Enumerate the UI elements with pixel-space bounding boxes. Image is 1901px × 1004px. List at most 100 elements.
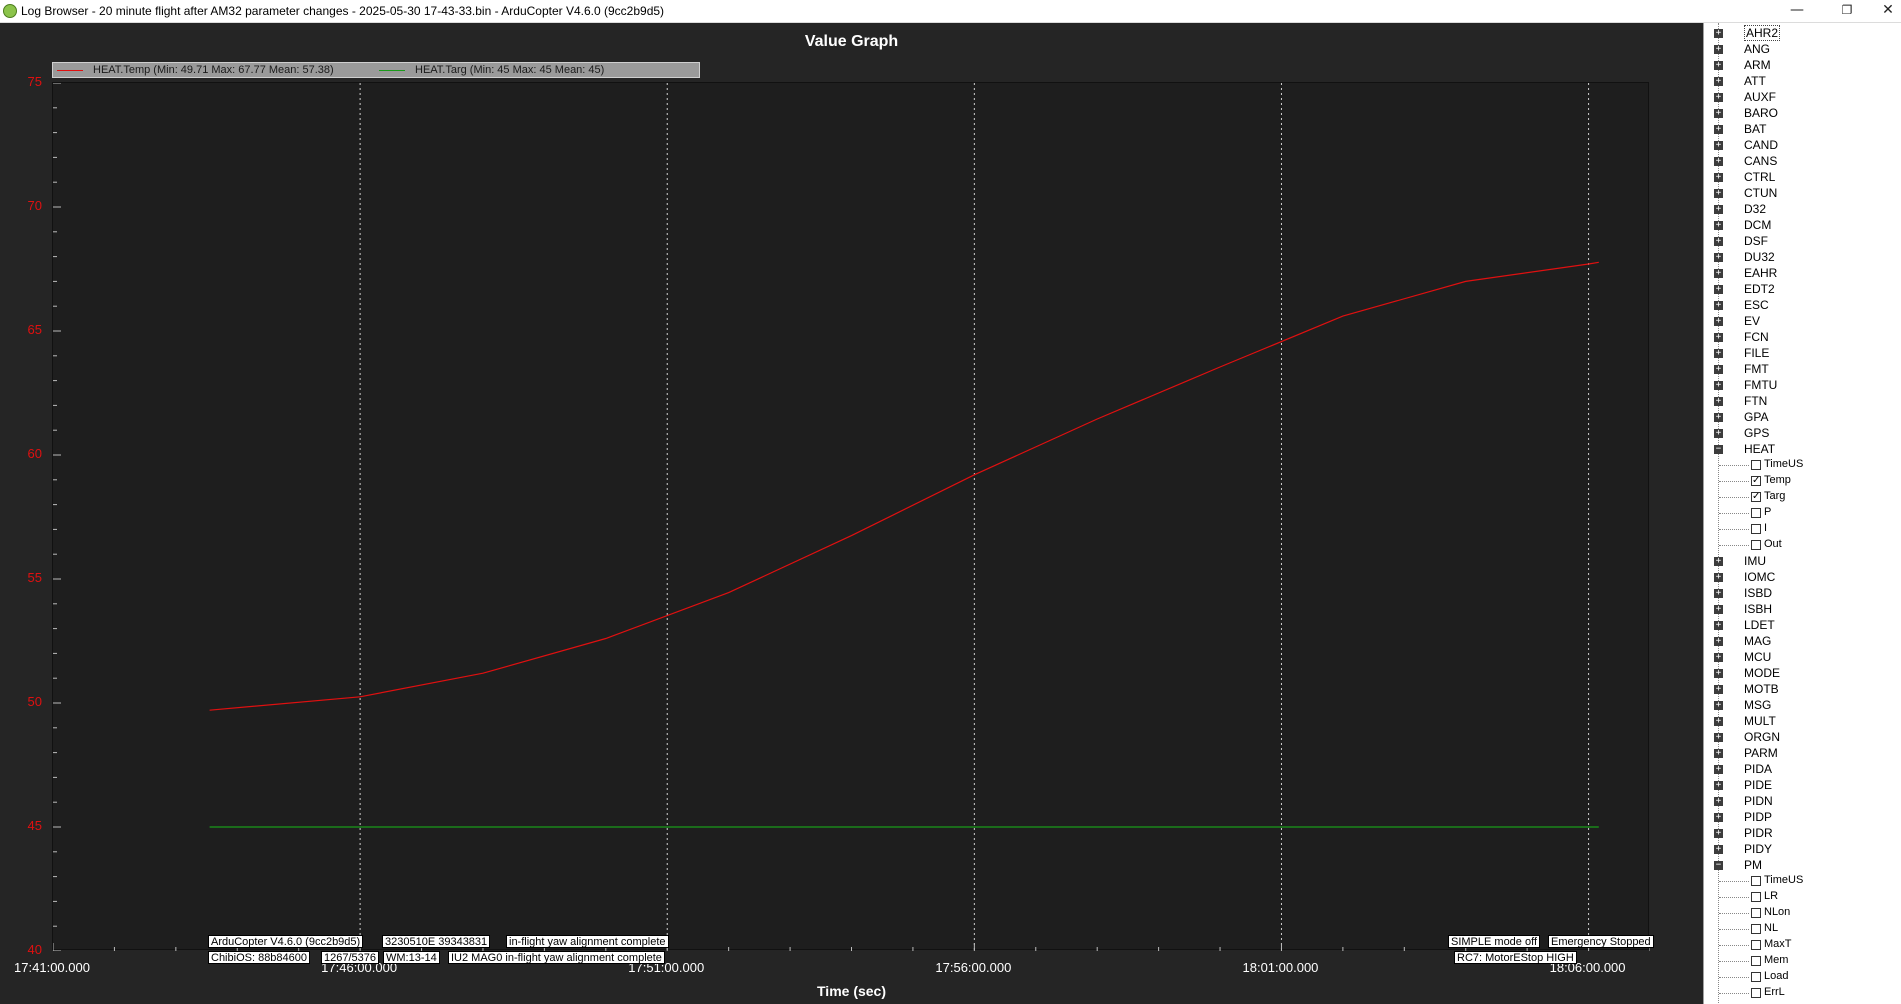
expand-icon[interactable]: + — [1714, 125, 1723, 134]
expand-icon[interactable]: + — [1714, 781, 1723, 790]
tree-node-auxf[interactable]: + AUXF — [1704, 89, 1901, 105]
tree-node-dsf[interactable]: + DSF — [1704, 233, 1901, 249]
tree-node-heat[interactable]: − HEAT — [1704, 441, 1901, 457]
tree-node-cand[interactable]: + CAND — [1704, 137, 1901, 153]
tree-field-timeus[interactable]: TimeUS — [1704, 457, 1901, 473]
expand-icon[interactable]: + — [1714, 269, 1723, 278]
tree-field-mem[interactable]: Mem — [1704, 953, 1901, 969]
expand-icon[interactable]: + — [1714, 141, 1723, 150]
tree-field-nlon[interactable]: NLon — [1704, 905, 1901, 921]
tree-node-mag[interactable]: + MAG — [1704, 633, 1901, 649]
tree-node-arm[interactable]: + ARM — [1704, 57, 1901, 73]
tree-node-mult[interactable]: + MULT — [1704, 713, 1901, 729]
expand-icon[interactable]: + — [1714, 45, 1723, 54]
tree-node-motb[interactable]: + MOTB — [1704, 681, 1901, 697]
expand-icon[interactable]: + — [1714, 717, 1723, 726]
tree-node-du32[interactable]: + DU32 — [1704, 249, 1901, 265]
tree-node-pidn[interactable]: + PIDN — [1704, 793, 1901, 809]
field-checkbox[interactable]: ✓ — [1751, 476, 1761, 486]
expand-icon[interactable]: + — [1714, 77, 1723, 86]
tree-node-pidr[interactable]: + PIDR — [1704, 825, 1901, 841]
field-checkbox[interactable] — [1751, 892, 1761, 902]
tree-node-pidy[interactable]: + PIDY — [1704, 841, 1901, 857]
expand-icon[interactable]: + — [1714, 765, 1723, 774]
tree-node-eahr[interactable]: + EAHR — [1704, 265, 1901, 281]
tree-node-baro[interactable]: + BARO — [1704, 105, 1901, 121]
expand-icon[interactable]: + — [1714, 413, 1723, 422]
expand-icon[interactable]: + — [1714, 605, 1723, 614]
expand-icon[interactable]: + — [1714, 253, 1723, 262]
tree-node-fcn[interactable]: + FCN — [1704, 329, 1901, 345]
tree-field-timeus[interactable]: TimeUS — [1704, 873, 1901, 889]
tree-node-d32[interactable]: + D32 — [1704, 201, 1901, 217]
tree-node-imu[interactable]: + IMU — [1704, 553, 1901, 569]
field-checkbox[interactable]: ✓ — [1751, 492, 1761, 502]
expand-icon[interactable]: + — [1714, 109, 1723, 118]
tree-field-maxt[interactable]: MaxT — [1704, 937, 1901, 953]
expand-icon[interactable]: + — [1714, 157, 1723, 166]
field-checkbox[interactable] — [1751, 876, 1761, 886]
tree-node-iomc[interactable]: + IOMC — [1704, 569, 1901, 585]
expand-icon[interactable]: + — [1714, 349, 1723, 358]
tree-field-nl[interactable]: NL — [1704, 921, 1901, 937]
tree-node-cans[interactable]: + CANS — [1704, 153, 1901, 169]
expand-icon[interactable]: + — [1714, 173, 1723, 182]
tree-node-gps[interactable]: + GPS — [1704, 425, 1901, 441]
tree-node-pide[interactable]: + PIDE — [1704, 777, 1901, 793]
tree-field-i[interactable]: I — [1704, 521, 1901, 537]
tree-node-ctun[interactable]: + CTUN — [1704, 185, 1901, 201]
tree-field-out[interactable]: Out — [1704, 537, 1901, 553]
tree-node-ctrl[interactable]: + CTRL — [1704, 169, 1901, 185]
expand-icon[interactable]: + — [1714, 829, 1723, 838]
expand-icon[interactable]: + — [1714, 237, 1723, 246]
tree-node-isbd[interactable]: + ISBD — [1704, 585, 1901, 601]
expand-icon[interactable]: + — [1714, 589, 1723, 598]
tree-node-esc[interactable]: + ESC — [1704, 297, 1901, 313]
field-checkbox[interactable] — [1751, 924, 1761, 934]
expand-icon[interactable]: + — [1714, 61, 1723, 70]
plot-area[interactable] — [52, 82, 1650, 951]
expand-icon[interactable]: + — [1714, 221, 1723, 230]
tree-node-att[interactable]: + ATT — [1704, 73, 1901, 89]
close-icon[interactable]: ✕ — [1866, 0, 1901, 22]
collapse-icon[interactable]: − — [1714, 861, 1723, 870]
expand-icon[interactable]: + — [1714, 397, 1723, 406]
tree-node-parm[interactable]: + PARM — [1704, 745, 1901, 761]
tree-node-ldet[interactable]: + LDET — [1704, 617, 1901, 633]
tree-node-ev[interactable]: + EV — [1704, 313, 1901, 329]
field-checkbox[interactable] — [1751, 940, 1761, 950]
expand-icon[interactable]: + — [1714, 381, 1723, 390]
field-checkbox[interactable] — [1751, 540, 1761, 550]
tree-node-fmtu[interactable]: + FMTU — [1704, 377, 1901, 393]
tree-node-edt2[interactable]: + EDT2 — [1704, 281, 1901, 297]
expand-icon[interactable]: + — [1714, 653, 1723, 662]
field-checkbox[interactable] — [1751, 956, 1761, 966]
field-checkbox[interactable] — [1751, 460, 1761, 470]
restore-icon[interactable]: ❐ — [1825, 0, 1869, 22]
minimize-icon[interactable]: — — [1775, 0, 1819, 22]
expand-icon[interactable]: + — [1714, 701, 1723, 710]
tree-node-dcm[interactable]: + DCM — [1704, 217, 1901, 233]
log-tree-panel[interactable]: + AHR2 + ANG + ARM + ATT + AUXF + BARO + BAT + CAND + CAN… — [1703, 23, 1901, 1004]
tree-node-pida[interactable]: + PIDA — [1704, 761, 1901, 777]
tree-node-fmt[interactable]: + FMT — [1704, 361, 1901, 377]
expand-icon[interactable]: + — [1714, 333, 1723, 342]
field-checkbox[interactable] — [1751, 508, 1761, 518]
tree-node-ftn[interactable]: + FTN — [1704, 393, 1901, 409]
field-checkbox[interactable] — [1751, 988, 1761, 998]
tree-field-p[interactable]: P — [1704, 505, 1901, 521]
expand-icon[interactable]: + — [1714, 29, 1723, 38]
expand-icon[interactable]: + — [1714, 797, 1723, 806]
tree-node-msg[interactable]: + MSG — [1704, 697, 1901, 713]
tree-node-isbh[interactable]: + ISBH — [1704, 601, 1901, 617]
expand-icon[interactable]: + — [1714, 813, 1723, 822]
expand-icon[interactable]: + — [1714, 429, 1723, 438]
expand-icon[interactable]: + — [1714, 685, 1723, 694]
expand-icon[interactable]: + — [1714, 557, 1723, 566]
tree-node-pm[interactable]: − PM — [1704, 857, 1901, 873]
tree-node-pidp[interactable]: + PIDP — [1704, 809, 1901, 825]
tree-node-mode[interactable]: + MODE — [1704, 665, 1901, 681]
tree-node-gpa[interactable]: + GPA — [1704, 409, 1901, 425]
tree-node-bat[interactable]: + BAT — [1704, 121, 1901, 137]
expand-icon[interactable]: + — [1714, 301, 1723, 310]
